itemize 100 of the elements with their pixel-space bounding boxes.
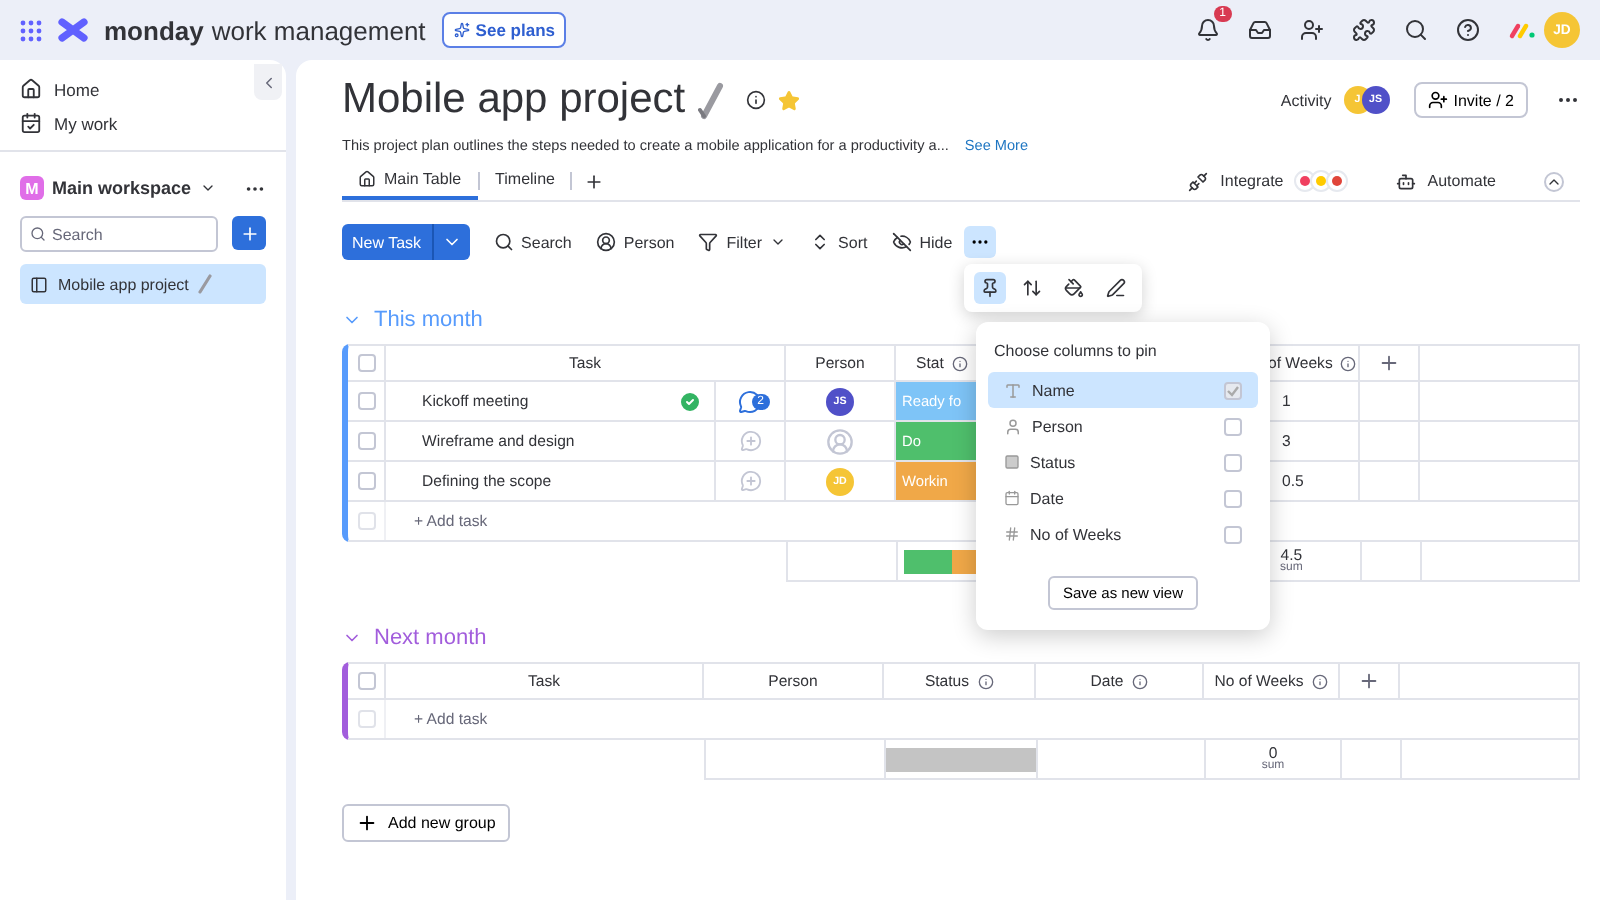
- board-item[interactable]: Mobile app project: [20, 264, 266, 304]
- invite-button[interactable]: Invite / 2: [1413, 82, 1528, 118]
- calendar-check-icon: [20, 112, 42, 134]
- column-name: Status: [1030, 453, 1076, 471]
- column-name: Name: [1032, 381, 1075, 399]
- number-icon: [1004, 526, 1020, 542]
- checkbox[interactable]: [1224, 453, 1242, 471]
- activity-label[interactable]: Activity: [1280, 91, 1332, 109]
- text-type-icon: [1004, 381, 1022, 399]
- menu-item[interactable]: Date: [988, 480, 1258, 516]
- sort-icon: [810, 232, 831, 252]
- info-icon[interactable]: [1340, 355, 1357, 371]
- menu-item[interactable]: No of Weeks: [988, 516, 1258, 552]
- info-icon[interactable]: [1131, 673, 1148, 689]
- notifications-icon[interactable]: [1196, 18, 1220, 42]
- apps-grid-icon[interactable]: [20, 19, 42, 41]
- checkbox[interactable]: [357, 472, 375, 490]
- calendar-icon: [1004, 490, 1020, 506]
- add-column-icon[interactable]: [1358, 670, 1380, 692]
- see-plans-button[interactable]: See plans: [441, 12, 567, 48]
- eye-off-icon: [891, 232, 912, 252]
- checkbox[interactable]: [357, 432, 375, 450]
- board-icon: [30, 275, 48, 293]
- sparkle-icon: [453, 22, 470, 38]
- checkbox[interactable]: [1224, 525, 1242, 543]
- plus-icon: [239, 223, 259, 243]
- star-icon[interactable]: [777, 89, 800, 111]
- stick-icon: [697, 80, 726, 120]
- checkbox[interactable]: [357, 512, 375, 530]
- more-button[interactable]: [964, 226, 997, 258]
- stick-icon: [198, 274, 213, 294]
- pin-icon: [980, 278, 1000, 298]
- product-name: work management: [211, 15, 426, 45]
- search-icon: [493, 232, 514, 252]
- search-icon[interactable]: [1404, 18, 1428, 42]
- menu-item[interactable]: Status: [988, 444, 1258, 480]
- search-icon: [30, 226, 46, 242]
- integration-icons[interactable]: [1299, 170, 1348, 192]
- info-icon[interactable]: [1311, 673, 1328, 689]
- board-title: Mobile app project: [342, 76, 686, 124]
- menu-item[interactable]: Name: [988, 372, 1258, 408]
- colorful-logo-icon[interactable]: [1508, 21, 1536, 39]
- column-name: Person: [1032, 417, 1083, 435]
- collapse-header-icon[interactable]: [1544, 171, 1564, 191]
- toolbar-button[interactable]: Search: [493, 232, 572, 252]
- nav-item[interactable]: Home: [54, 79, 100, 99]
- paint-bucket-icon: [1064, 278, 1084, 298]
- inbox-icon[interactable]: [1248, 18, 1272, 42]
- view-tab[interactable]: Main Table: [342, 162, 478, 200]
- checkbox[interactable]: [1224, 417, 1242, 435]
- automate-label[interactable]: Automate: [1427, 172, 1496, 190]
- checkbox[interactable]: [357, 710, 375, 728]
- toolbar-button[interactable]: Hide: [891, 232, 953, 252]
- brand-name: monday: [104, 15, 204, 45]
- workspace-badge: M: [20, 176, 44, 200]
- search-field[interactable]: Search: [20, 216, 218, 252]
- menu-item[interactable]: Person: [988, 408, 1258, 444]
- workspace-name[interactable]: Main workspace: [52, 178, 192, 198]
- group-title[interactable]: Next month: [374, 626, 487, 650]
- add-button[interactable]: [232, 216, 266, 250]
- home-icon: [20, 78, 42, 100]
- logo-icon: [58, 18, 88, 42]
- info-icon[interactable]: [977, 673, 994, 689]
- plug-icon: [1188, 171, 1209, 191]
- checkbox[interactable]: [357, 392, 375, 410]
- tool-button[interactable]: [974, 272, 1006, 304]
- view-tab[interactable]: Timeline: [479, 162, 571, 200]
- info-icon[interactable]: [951, 355, 968, 371]
- info-icon[interactable]: [745, 90, 766, 110]
- plus-icon: [356, 812, 378, 834]
- check-circle-icon: [678, 389, 702, 413]
- checkbox[interactable]: [1224, 381, 1242, 399]
- help-icon[interactable]: [1456, 18, 1480, 42]
- nav-item[interactable]: My work: [54, 113, 118, 133]
- status-icon: [1004, 454, 1020, 470]
- toolbar-button[interactable]: Filter: [698, 232, 787, 252]
- add-group-button[interactable]: Add new group: [342, 804, 510, 842]
- chevron-down-icon: [770, 234, 787, 250]
- invite-icon[interactable]: [1300, 18, 1324, 42]
- row-height-icon: [1022, 278, 1042, 298]
- toolbar-button[interactable]: Sort: [810, 232, 868, 252]
- column-name: Date: [1030, 489, 1064, 507]
- checkbox[interactable]: [1224, 489, 1242, 507]
- add-view-icon[interactable]: [584, 171, 605, 191]
- check-icon: [1226, 383, 1240, 397]
- toolbar-button[interactable]: Person: [595, 232, 675, 252]
- filter-icon: [698, 232, 719, 252]
- home-icon: [358, 170, 376, 188]
- person-icon: [1004, 417, 1022, 435]
- robot-icon: [1395, 171, 1416, 191]
- integrate-label[interactable]: Integrate: [1220, 172, 1284, 190]
- invite-icon: [1427, 90, 1448, 110]
- pen-icon: [1106, 278, 1126, 298]
- puzzle-icon[interactable]: [1352, 18, 1376, 42]
- chevron-down-icon[interactable]: [199, 180, 216, 196]
- checkbox[interactable]: [357, 672, 375, 690]
- person-icon: [595, 232, 616, 252]
- add-column-icon[interactable]: [1378, 352, 1400, 374]
- checkbox[interactable]: [357, 354, 375, 372]
- new-task-button[interactable]: New Task: [342, 224, 470, 260]
